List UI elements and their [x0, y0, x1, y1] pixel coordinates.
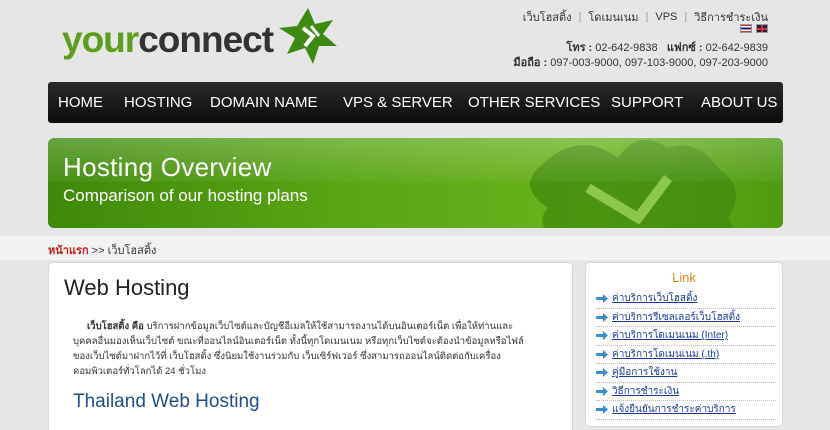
- arrow-right-icon: [596, 386, 608, 396]
- intro-paragraph: เว็บโฮสติ้ง คือ บริการฝากข้อมูลเว็บไซต์แ…: [73, 321, 524, 377]
- nav-other-services[interactable]: OTHER SERVICES: [468, 94, 600, 111]
- breadcrumb-current: เว็บโฮสติ้ง: [107, 245, 157, 257]
- arrow-right-icon: [596, 331, 608, 341]
- banner-subtitle: Comparison of our hosting plans: [63, 186, 308, 205]
- star-leaf-logo-icon: [279, 8, 338, 64]
- side-link-domain-th[interactable]: ค่าบริการโดเมนเนม (.th): [596, 346, 776, 364]
- main-nav: HOME HOSTING DOMAIN NAME VPS & SERVER OT…: [48, 82, 783, 123]
- logo[interactable]: yourconnect: [62, 8, 341, 66]
- breadcrumb: หน้าแรก >> เว็บโฮสติ้ง: [48, 245, 157, 257]
- side-link-reseller-price[interactable]: ค่าบริการรีเซลเลอร์เว็บโฮสติ้ง: [596, 309, 776, 327]
- arrow-right-icon: [596, 405, 608, 415]
- side-title: Link: [672, 270, 696, 285]
- breadcrumb-home[interactable]: หน้าแรก: [48, 245, 89, 257]
- arrow-right-icon: [596, 294, 608, 304]
- top-links: เว็บโฮสติ้ง | โดเมนเนม | VPS | วิธีการชำ…: [523, 8, 768, 26]
- side-link-manual[interactable]: คู่มือการใช้งาน: [596, 364, 776, 383]
- side-link-list: ค่าบริการเว็บโฮสติ้ง ค่าบริการรีเซลเลอร์…: [596, 290, 776, 420]
- banner-title: Hosting Overview: [63, 152, 272, 182]
- section-heading: Thailand Web Hosting: [73, 391, 260, 412]
- side-link-payment-confirm[interactable]: แจ้งยืนยันการชำระค่าบริการ: [596, 401, 776, 420]
- side-link-hosting-price[interactable]: ค่าบริการเว็บโฮสติ้ง: [596, 290, 776, 309]
- arrow-right-icon: [596, 349, 608, 359]
- arrow-right-icon: [596, 368, 608, 378]
- nav-domain-name[interactable]: DOMAIN NAME: [210, 94, 318, 111]
- nav-about-us[interactable]: ABOUT US: [701, 94, 777, 111]
- arrow-right-icon: [596, 312, 608, 322]
- language-flags: [740, 24, 768, 33]
- logo-text: yourconnect: [62, 18, 274, 60]
- nav-support[interactable]: SUPPORT: [611, 94, 683, 111]
- nav-vps-server[interactable]: VPS & SERVER: [343, 94, 453, 111]
- page-title: Web Hosting: [64, 275, 190, 300]
- header: yourconnect เว็บโฮสติ้ง | โดเมนเนม | VPS…: [0, 0, 830, 80]
- toplink-domain[interactable]: โดเมนเนม: [588, 8, 638, 26]
- contact-mobile: มือถือ : 097-003-9000, 097-103-9000, 097…: [513, 57, 768, 69]
- hosting-banner: Hosting Overview Comparison of our hosti…: [48, 138, 783, 228]
- side-link-domain-inter[interactable]: ค่าบริการโดเมนเนม (Inter): [596, 327, 776, 346]
- uk-flag-icon[interactable]: [756, 24, 768, 33]
- main-content: Web Hosting เว็บโฮสติ้ง คือ บริการฝากข้อ…: [48, 262, 573, 430]
- side-links-box: Link ค่าบริการเว็บโฮสติ้ง ค่าบริการรีเซล…: [585, 262, 783, 427]
- thai-flag-icon[interactable]: [740, 24, 752, 33]
- toplink-vps[interactable]: VPS: [655, 11, 677, 23]
- nav-hosting[interactable]: HOSTING: [124, 94, 192, 111]
- side-link-payment[interactable]: วิธีการชำระเงิน: [596, 383, 776, 401]
- toplink-hosting[interactable]: เว็บโฮสติ้ง: [523, 8, 572, 26]
- nav-home[interactable]: HOME: [58, 94, 103, 111]
